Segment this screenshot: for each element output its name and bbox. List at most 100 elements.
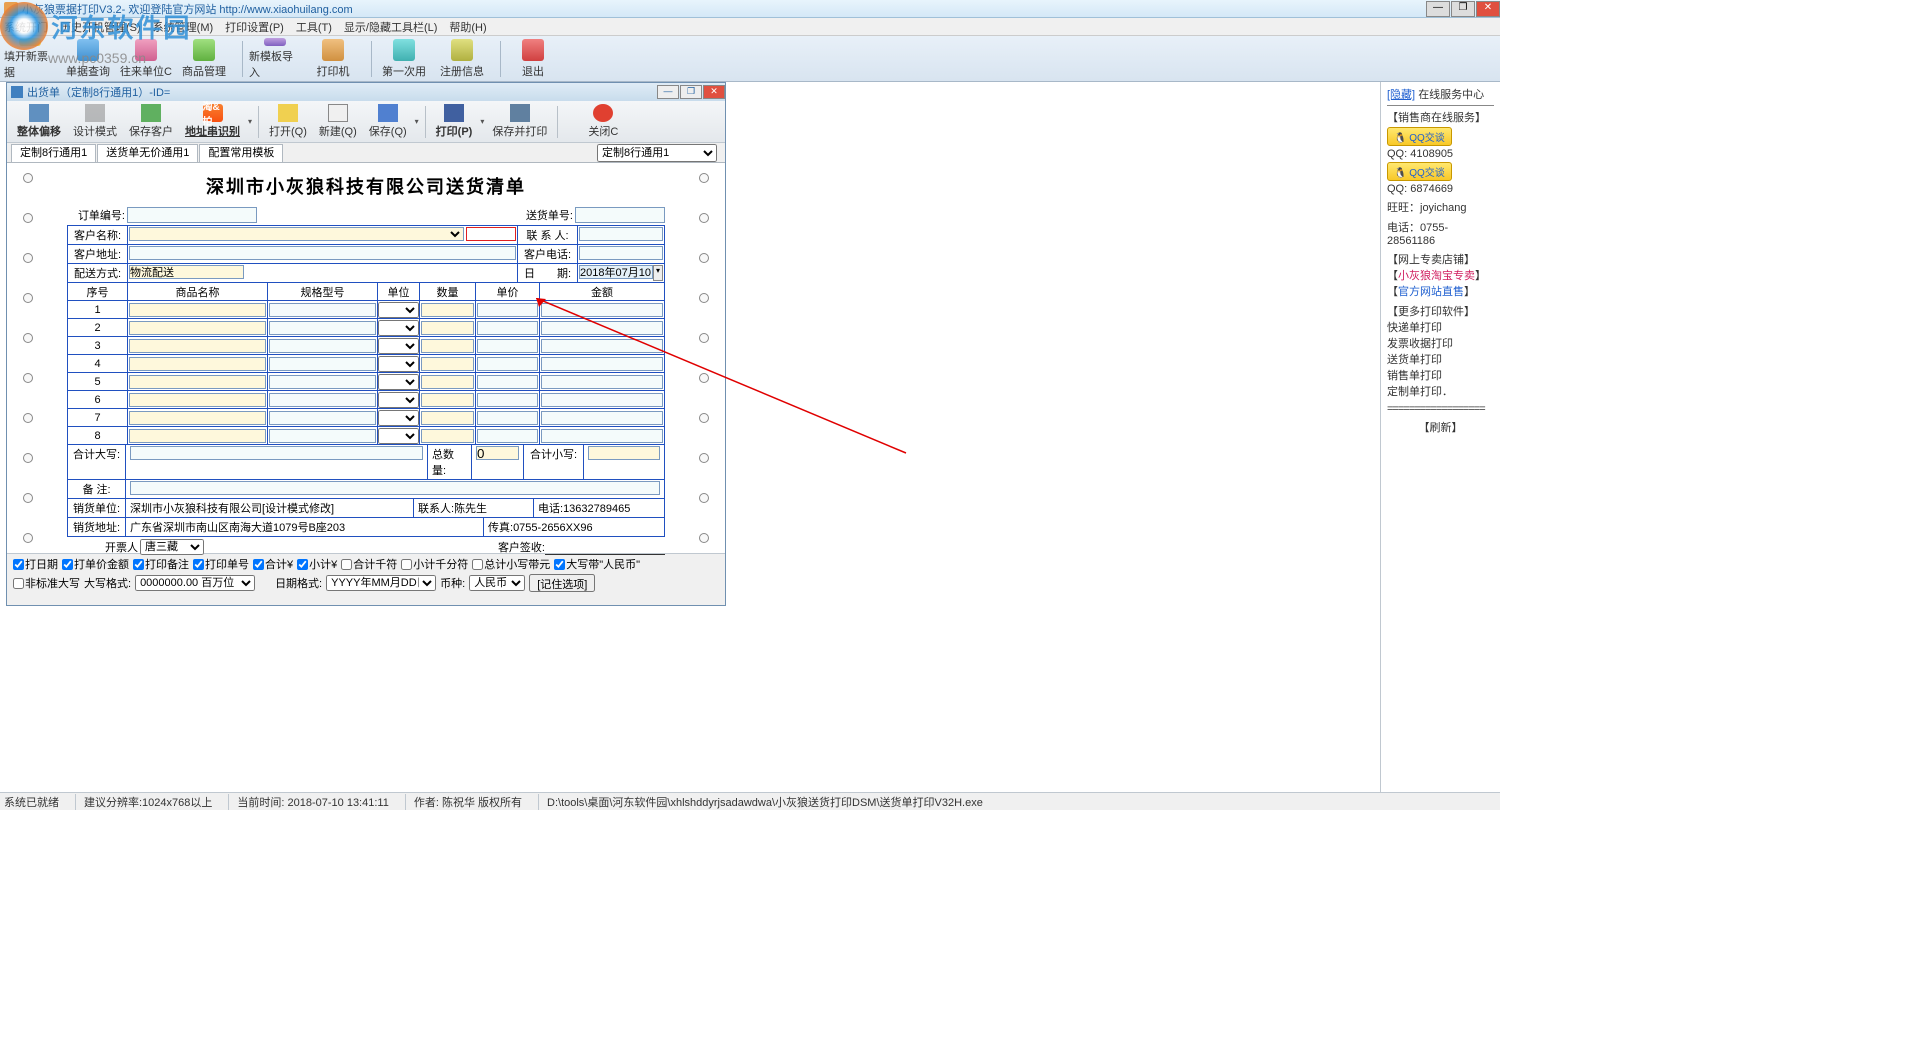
dropdown-icon[interactable]: ▾ bbox=[246, 103, 254, 141]
item-qty-input[interactable] bbox=[421, 357, 475, 371]
item-qty-input[interactable] bbox=[421, 321, 475, 335]
item-price-input[interactable] bbox=[477, 429, 539, 443]
child-close-button[interactable]: ✕ bbox=[703, 85, 725, 99]
tab-config[interactable]: 配置常用模板 bbox=[199, 144, 283, 162]
item-qty-input[interactable] bbox=[421, 339, 475, 353]
print-option-check[interactable]: 合计千符 bbox=[341, 556, 397, 572]
item-name-input[interactable] bbox=[129, 393, 265, 407]
print-option-check[interactable]: 小计千分符 bbox=[401, 556, 468, 572]
close-button[interactable]: ✕ bbox=[1476, 1, 1500, 17]
order-no-input[interactable] bbox=[127, 207, 257, 223]
child-maximize-button[interactable]: ❐ bbox=[680, 85, 702, 99]
item-spec-input[interactable] bbox=[269, 393, 376, 407]
item-unit-select[interactable] bbox=[378, 302, 418, 318]
date-format-select[interactable]: YYYY年MM月DD日 bbox=[326, 575, 436, 591]
item-spec-input[interactable] bbox=[269, 303, 376, 317]
software-link[interactable]: 送货单打印 bbox=[1387, 351, 1494, 367]
cust-name-select[interactable] bbox=[129, 227, 464, 241]
software-link[interactable]: 销售单打印 bbox=[1387, 367, 1494, 383]
menu-item[interactable]: 工具(T) bbox=[296, 19, 332, 35]
item-price-input[interactable] bbox=[477, 357, 539, 371]
item-qty-input[interactable] bbox=[421, 393, 475, 407]
item-name-input[interactable] bbox=[129, 339, 265, 353]
design-mode-button[interactable]: 设计模式 bbox=[67, 103, 123, 141]
item-name-input[interactable] bbox=[129, 357, 265, 371]
delivery-no-input[interactable] bbox=[575, 207, 665, 223]
open-button[interactable]: 打开(Q) bbox=[263, 103, 313, 141]
print-option-check[interactable]: 打日期 bbox=[13, 556, 58, 572]
item-qty-input[interactable] bbox=[421, 429, 475, 443]
nonstd-check[interactable]: 非标准大写 bbox=[13, 575, 80, 591]
close-window-button[interactable]: 关闭C bbox=[582, 103, 624, 141]
goods-button[interactable]: 商品管理 bbox=[178, 38, 230, 80]
first-time-button[interactable]: 第一次用 bbox=[378, 38, 430, 80]
save-and-print-button[interactable]: 保存并打印 bbox=[486, 103, 553, 141]
item-spec-input[interactable] bbox=[269, 357, 376, 371]
print-button[interactable]: 打印(P) bbox=[430, 103, 479, 141]
import-template-button[interactable]: 新模板导入 bbox=[249, 38, 301, 80]
item-qty-input[interactable] bbox=[421, 411, 475, 425]
item-unit-select[interactable] bbox=[378, 374, 418, 390]
print-option-check[interactable]: 总计小写带元 bbox=[472, 556, 550, 572]
date-input[interactable] bbox=[579, 265, 653, 279]
software-link[interactable]: 发票收据打印 bbox=[1387, 335, 1494, 351]
print-option-check[interactable]: 打印单号 bbox=[193, 556, 249, 572]
query-button[interactable]: 单据查询 bbox=[62, 38, 114, 80]
item-price-input[interactable] bbox=[477, 393, 539, 407]
item-amount-input[interactable] bbox=[541, 303, 663, 317]
item-unit-select[interactable] bbox=[378, 428, 418, 444]
item-price-input[interactable] bbox=[477, 375, 539, 389]
remember-button[interactable]: [记住选项] bbox=[529, 574, 595, 592]
item-price-input[interactable] bbox=[477, 339, 539, 353]
software-link[interactable]: 快递单打印 bbox=[1387, 319, 1494, 335]
item-amount-input[interactable] bbox=[541, 429, 663, 443]
menu-item[interactable]: 系统开门 bbox=[4, 19, 48, 35]
item-unit-select[interactable] bbox=[378, 410, 418, 426]
item-qty-input[interactable] bbox=[421, 375, 475, 389]
hide-panel-link[interactable]: [隐藏] bbox=[1387, 89, 1415, 101]
address-parse-button[interactable]: 淘&拍地址串识别 bbox=[179, 103, 246, 141]
remark-input[interactable] bbox=[130, 481, 660, 495]
item-spec-input[interactable] bbox=[269, 339, 376, 353]
print-option-check[interactable]: 大写带"人民币" bbox=[554, 556, 640, 572]
item-spec-input[interactable] bbox=[269, 321, 376, 335]
cn-format-select[interactable]: 0000000.00 百万位 bbox=[135, 575, 255, 591]
save-customer-button[interactable]: 保存客户 bbox=[123, 103, 179, 141]
print-option-check[interactable]: 打印备注 bbox=[133, 556, 189, 572]
item-unit-select[interactable] bbox=[378, 356, 418, 372]
menu-item[interactable]: 打印设置(P) bbox=[225, 19, 284, 35]
cust-tel-input[interactable] bbox=[579, 246, 663, 260]
item-amount-input[interactable] bbox=[541, 321, 663, 335]
item-price-input[interactable] bbox=[477, 321, 539, 335]
item-amount-input[interactable] bbox=[541, 375, 663, 389]
item-price-input[interactable] bbox=[477, 411, 539, 425]
item-amount-input[interactable] bbox=[541, 393, 663, 407]
cust-addr-input[interactable] bbox=[129, 246, 516, 260]
qq-chat-button[interactable]: 🐧 QQ交谈 bbox=[1387, 127, 1452, 146]
item-name-input[interactable] bbox=[129, 321, 265, 335]
print-option-check[interactable]: 打单价金额 bbox=[62, 556, 129, 572]
units-button[interactable]: 往来单位C bbox=[120, 38, 172, 80]
cust-code-input[interactable] bbox=[466, 227, 516, 241]
register-button[interactable]: 注册信息 bbox=[436, 38, 488, 80]
item-spec-input[interactable] bbox=[269, 429, 376, 443]
total-qty-input[interactable] bbox=[476, 446, 519, 460]
item-name-input[interactable] bbox=[129, 303, 265, 317]
taobao-shop-link[interactable]: 小灰狼淘宝专卖 bbox=[1398, 270, 1475, 282]
date-picker-button[interactable]: ▾ bbox=[653, 265, 663, 281]
total-cn-input[interactable] bbox=[130, 446, 423, 460]
menu-item[interactable]: 显示/隐藏工具栏(L) bbox=[344, 19, 438, 35]
print-option-check[interactable]: 小计¥ bbox=[297, 556, 337, 572]
item-price-input[interactable] bbox=[477, 303, 539, 317]
new-button[interactable]: 新建(Q) bbox=[313, 103, 363, 141]
contact-input[interactable] bbox=[579, 227, 663, 241]
template-select[interactable]: 定制8行通用1 bbox=[597, 144, 717, 162]
item-name-input[interactable] bbox=[129, 375, 265, 389]
item-amount-input[interactable] bbox=[541, 411, 663, 425]
whole-shift-button[interactable]: 整体偏移 bbox=[11, 103, 67, 141]
official-shop-link[interactable]: 官方网站直售 bbox=[1398, 286, 1464, 298]
child-minimize-button[interactable]: — bbox=[657, 85, 679, 99]
dropdown-icon[interactable]: ▾ bbox=[413, 103, 421, 141]
qq-chat-button[interactable]: 🐧 QQ交谈 bbox=[1387, 162, 1452, 181]
item-spec-input[interactable] bbox=[269, 375, 376, 389]
